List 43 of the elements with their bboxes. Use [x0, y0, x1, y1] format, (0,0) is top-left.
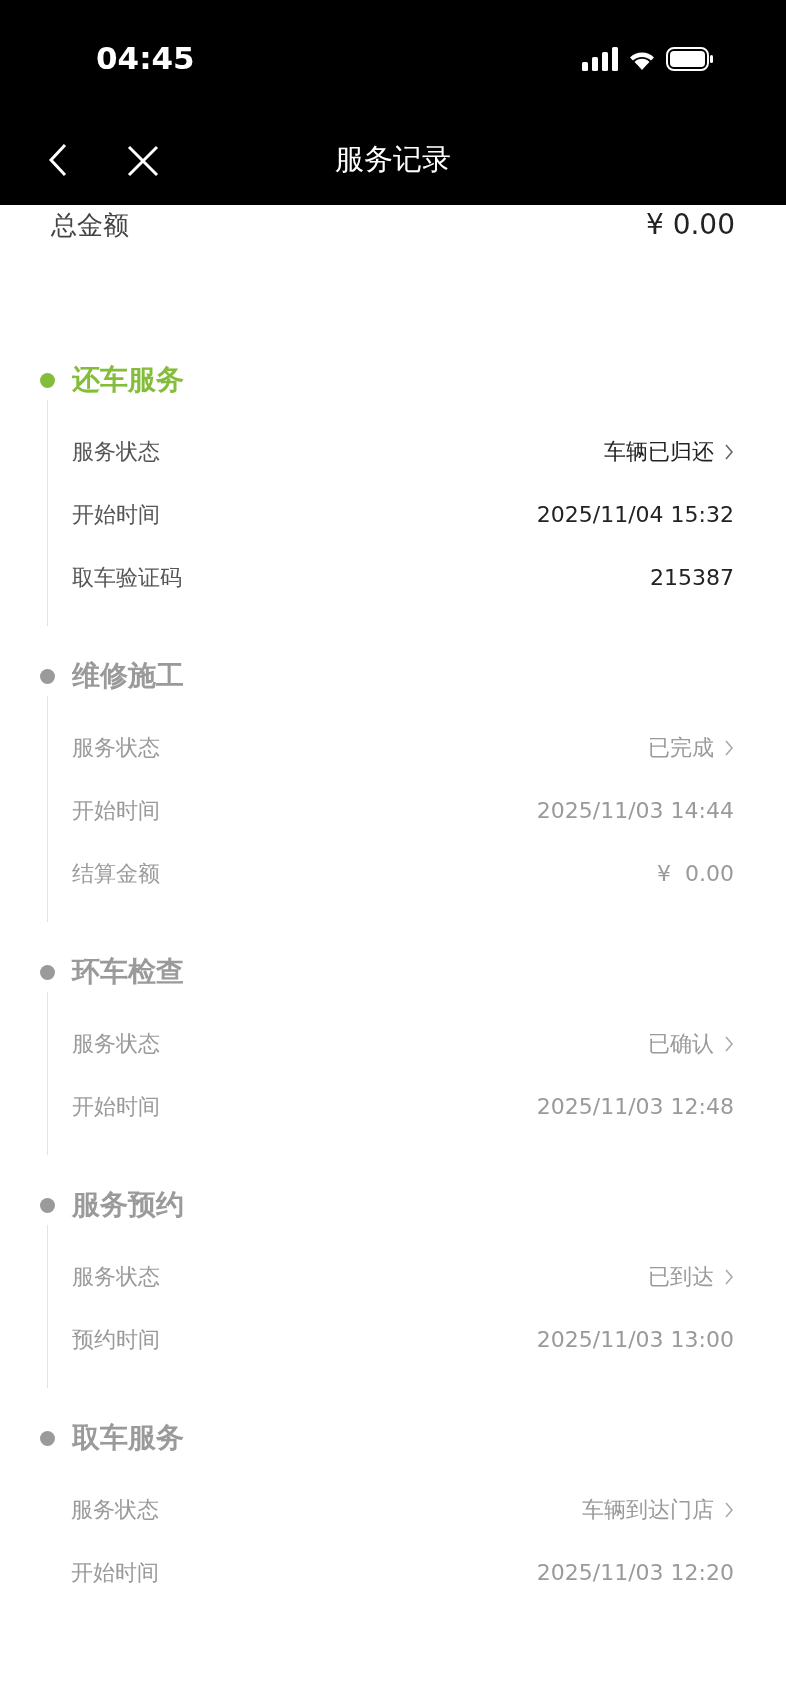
row-label: 结算金额 [72, 860, 160, 888]
row-label: 服务状态 [71, 1496, 159, 1524]
back-icon [48, 143, 68, 177]
chevron-right-icon [724, 442, 734, 461]
section-title: 维修施工 [72, 658, 184, 694]
status-link[interactable]: 已完成 [648, 731, 734, 764]
row-label: 服务状态 [72, 1030, 160, 1058]
chevron-right-icon [724, 738, 734, 757]
row-label: 开始时间 [72, 501, 160, 529]
total-label: 总金额 [51, 208, 129, 242]
status-link[interactable]: 车辆已归还 [604, 435, 734, 468]
row-value: 2025/11/03 14:44 [536, 797, 734, 825]
status-time: 04:45 [96, 39, 195, 79]
row-label: 取车验证码 [72, 564, 182, 592]
status-link[interactable]: 已确认 [648, 1027, 734, 1060]
row-value: 2025/11/03 12:20 [536, 1559, 734, 1587]
total-amount: ¥ 0.00 [645, 207, 735, 243]
row-value: 2025/11/04 15:32 [536, 501, 734, 529]
row-value: 2025/11/03 12:48 [536, 1093, 734, 1121]
page-title: 服务记录 [335, 141, 451, 179]
chevron-right-icon [724, 1034, 734, 1053]
row-label: 开始时间 [72, 797, 160, 825]
row-value: 2025/11/03 13:00 [536, 1326, 734, 1354]
row-label: 开始时间 [72, 1093, 160, 1121]
battery-icon [666, 46, 714, 71]
row-label: 服务状态 [72, 734, 160, 762]
row-value: 215387 [650, 564, 734, 592]
signal-icon [582, 46, 618, 71]
chevron-right-icon [724, 1500, 734, 1519]
section-title: 环车检查 [72, 954, 184, 990]
close-button[interactable] [126, 144, 160, 178]
row-label: 服务状态 [72, 438, 160, 466]
section-title: 取车服务 [72, 1420, 184, 1456]
chevron-right-icon [724, 1267, 734, 1286]
close-icon [127, 145, 159, 177]
section-title: 服务预约 [72, 1187, 184, 1223]
row-label: 预约时间 [72, 1326, 160, 1354]
section-title: 还车服务 [72, 362, 184, 398]
status-link[interactable]: 车辆到达门店 [582, 1493, 734, 1526]
status-link[interactable]: 已到达 [648, 1260, 734, 1293]
row-value: ¥ 0.00 [657, 860, 734, 888]
row-label: 开始时间 [71, 1559, 159, 1587]
row-label: 服务状态 [72, 1263, 160, 1291]
